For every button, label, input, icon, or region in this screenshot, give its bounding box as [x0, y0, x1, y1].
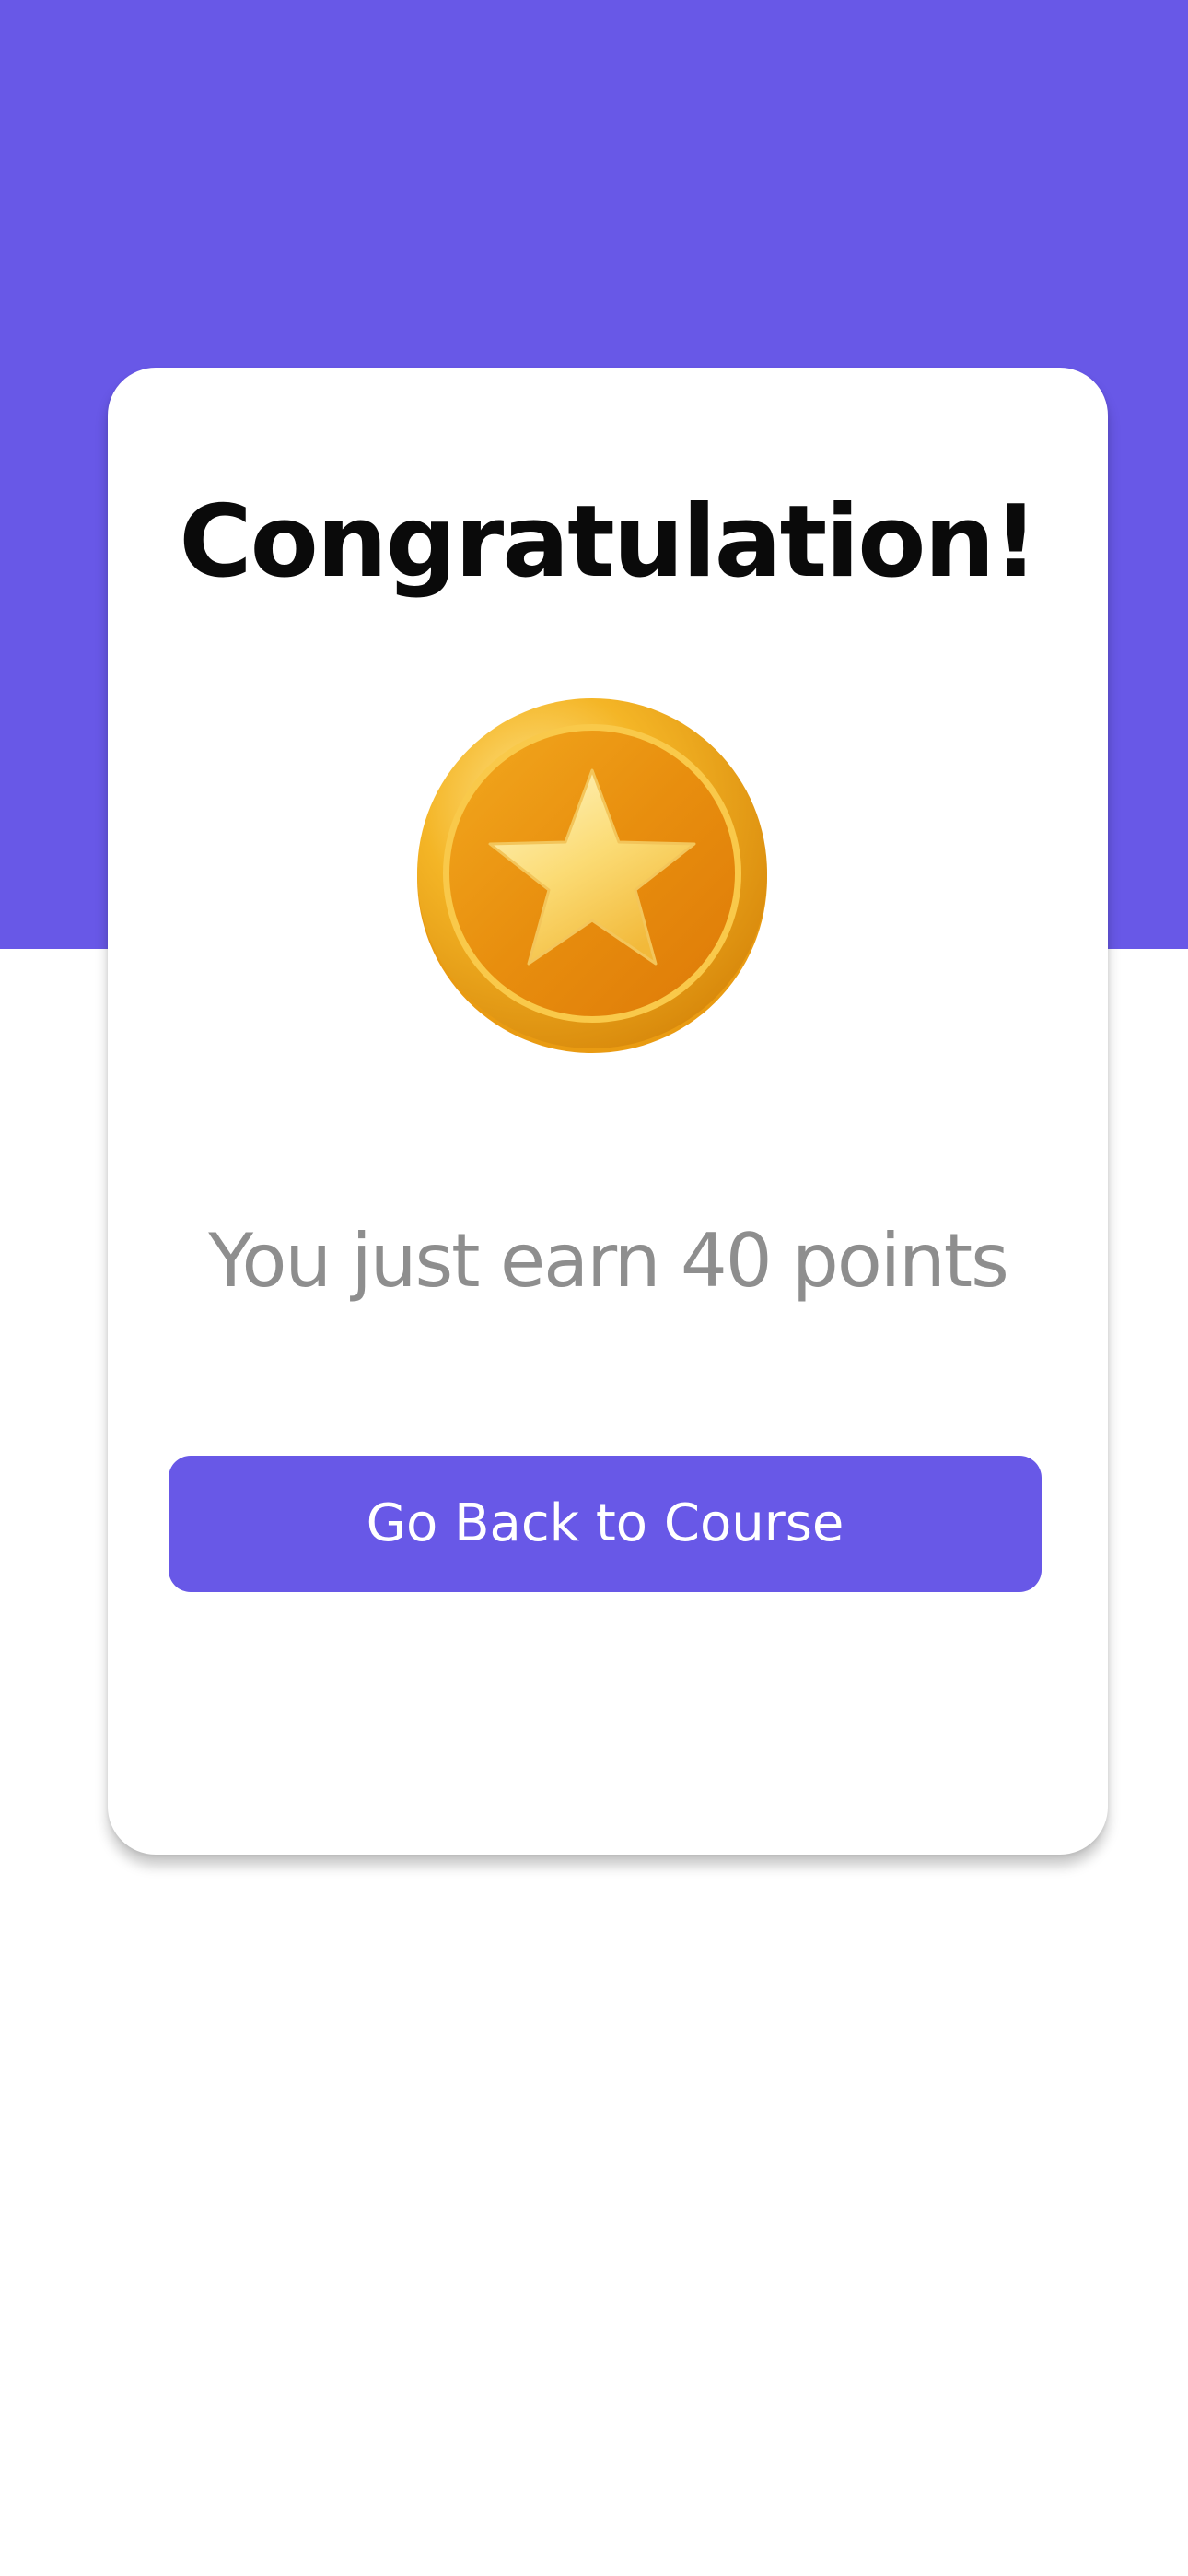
points-message: You just earn 40 points [208, 1218, 1009, 1304]
page-title: Congratulation! [179, 485, 1038, 600]
gold-star-medal-icon [413, 697, 772, 1056]
reward-card: Congratulation! You just earn 40 points … [108, 368, 1108, 1855]
go-back-to-course-button[interactable]: Go Back to Course [169, 1456, 1042, 1592]
